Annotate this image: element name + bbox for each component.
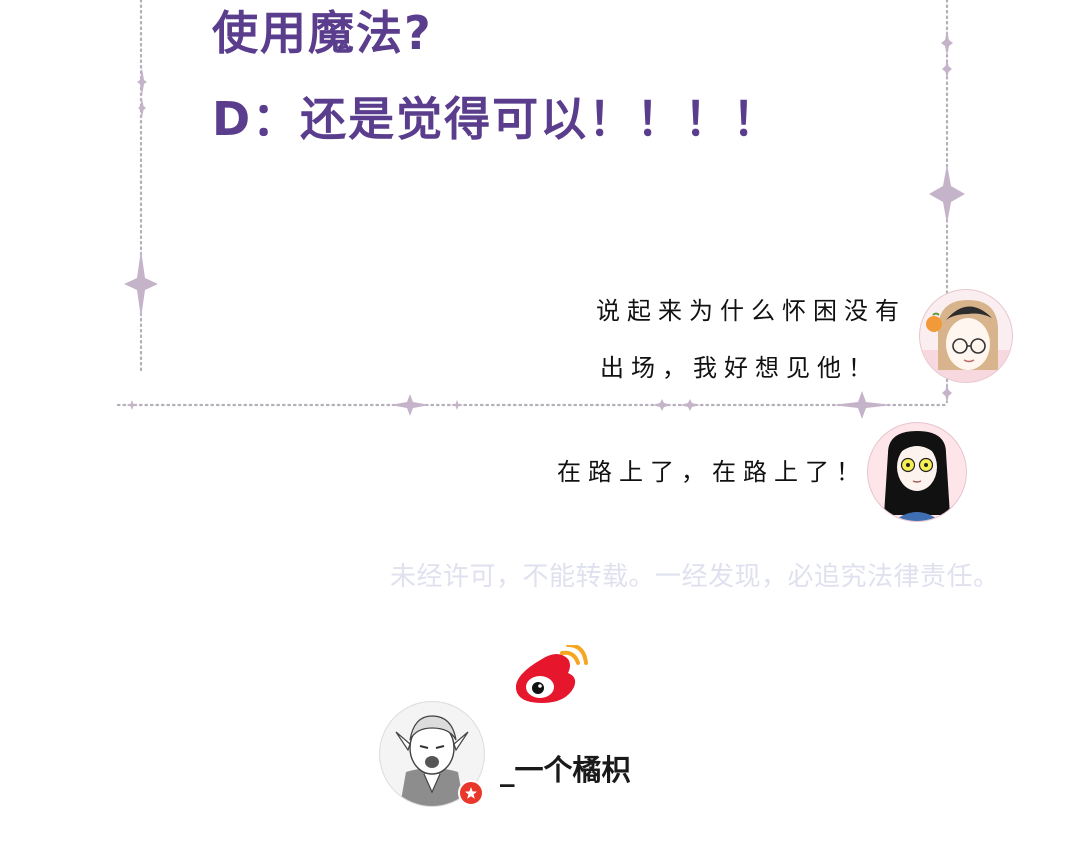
sparkle-icon — [126, 400, 138, 410]
character-avatar-glasses — [920, 290, 1012, 382]
author-name[interactable]: _一个橘枳 — [500, 747, 631, 789]
sparkle-icon — [652, 399, 672, 411]
sparkle-icon — [929, 164, 965, 224]
sparkle-icon — [450, 400, 464, 410]
weibo-icon[interactable] — [512, 645, 588, 707]
dialogue-line-1: 使用魔法? — [212, 6, 433, 60]
sparkle-icon — [390, 394, 430, 416]
sparkle-icon — [941, 30, 953, 56]
character-avatar-black-hair — [868, 423, 966, 521]
chat-message-1-line-2: 出场，我好想见他！ — [600, 354, 879, 382]
chat-message-1-line-1: 说起来为什么怀困没有 — [596, 297, 906, 325]
orange-icon — [926, 316, 942, 332]
sparkle-icon — [137, 68, 147, 96]
copyright-watermark: 未经许可，不能转载。一经发现，必追究法律责任。 — [390, 562, 1000, 592]
sparkle-icon — [138, 98, 146, 118]
sparkle-icon — [942, 382, 952, 404]
sparkle-icon — [942, 58, 952, 80]
verified-badge-icon — [458, 780, 484, 806]
dialogue-line-2: D：还是觉得可以！！！！ — [212, 92, 781, 146]
chat-message-2: 在路上了，在路上了！ — [557, 458, 867, 486]
sparkle-icon — [832, 391, 892, 419]
sparkle-icon — [124, 250, 158, 318]
sparkle-icon — [680, 399, 700, 411]
